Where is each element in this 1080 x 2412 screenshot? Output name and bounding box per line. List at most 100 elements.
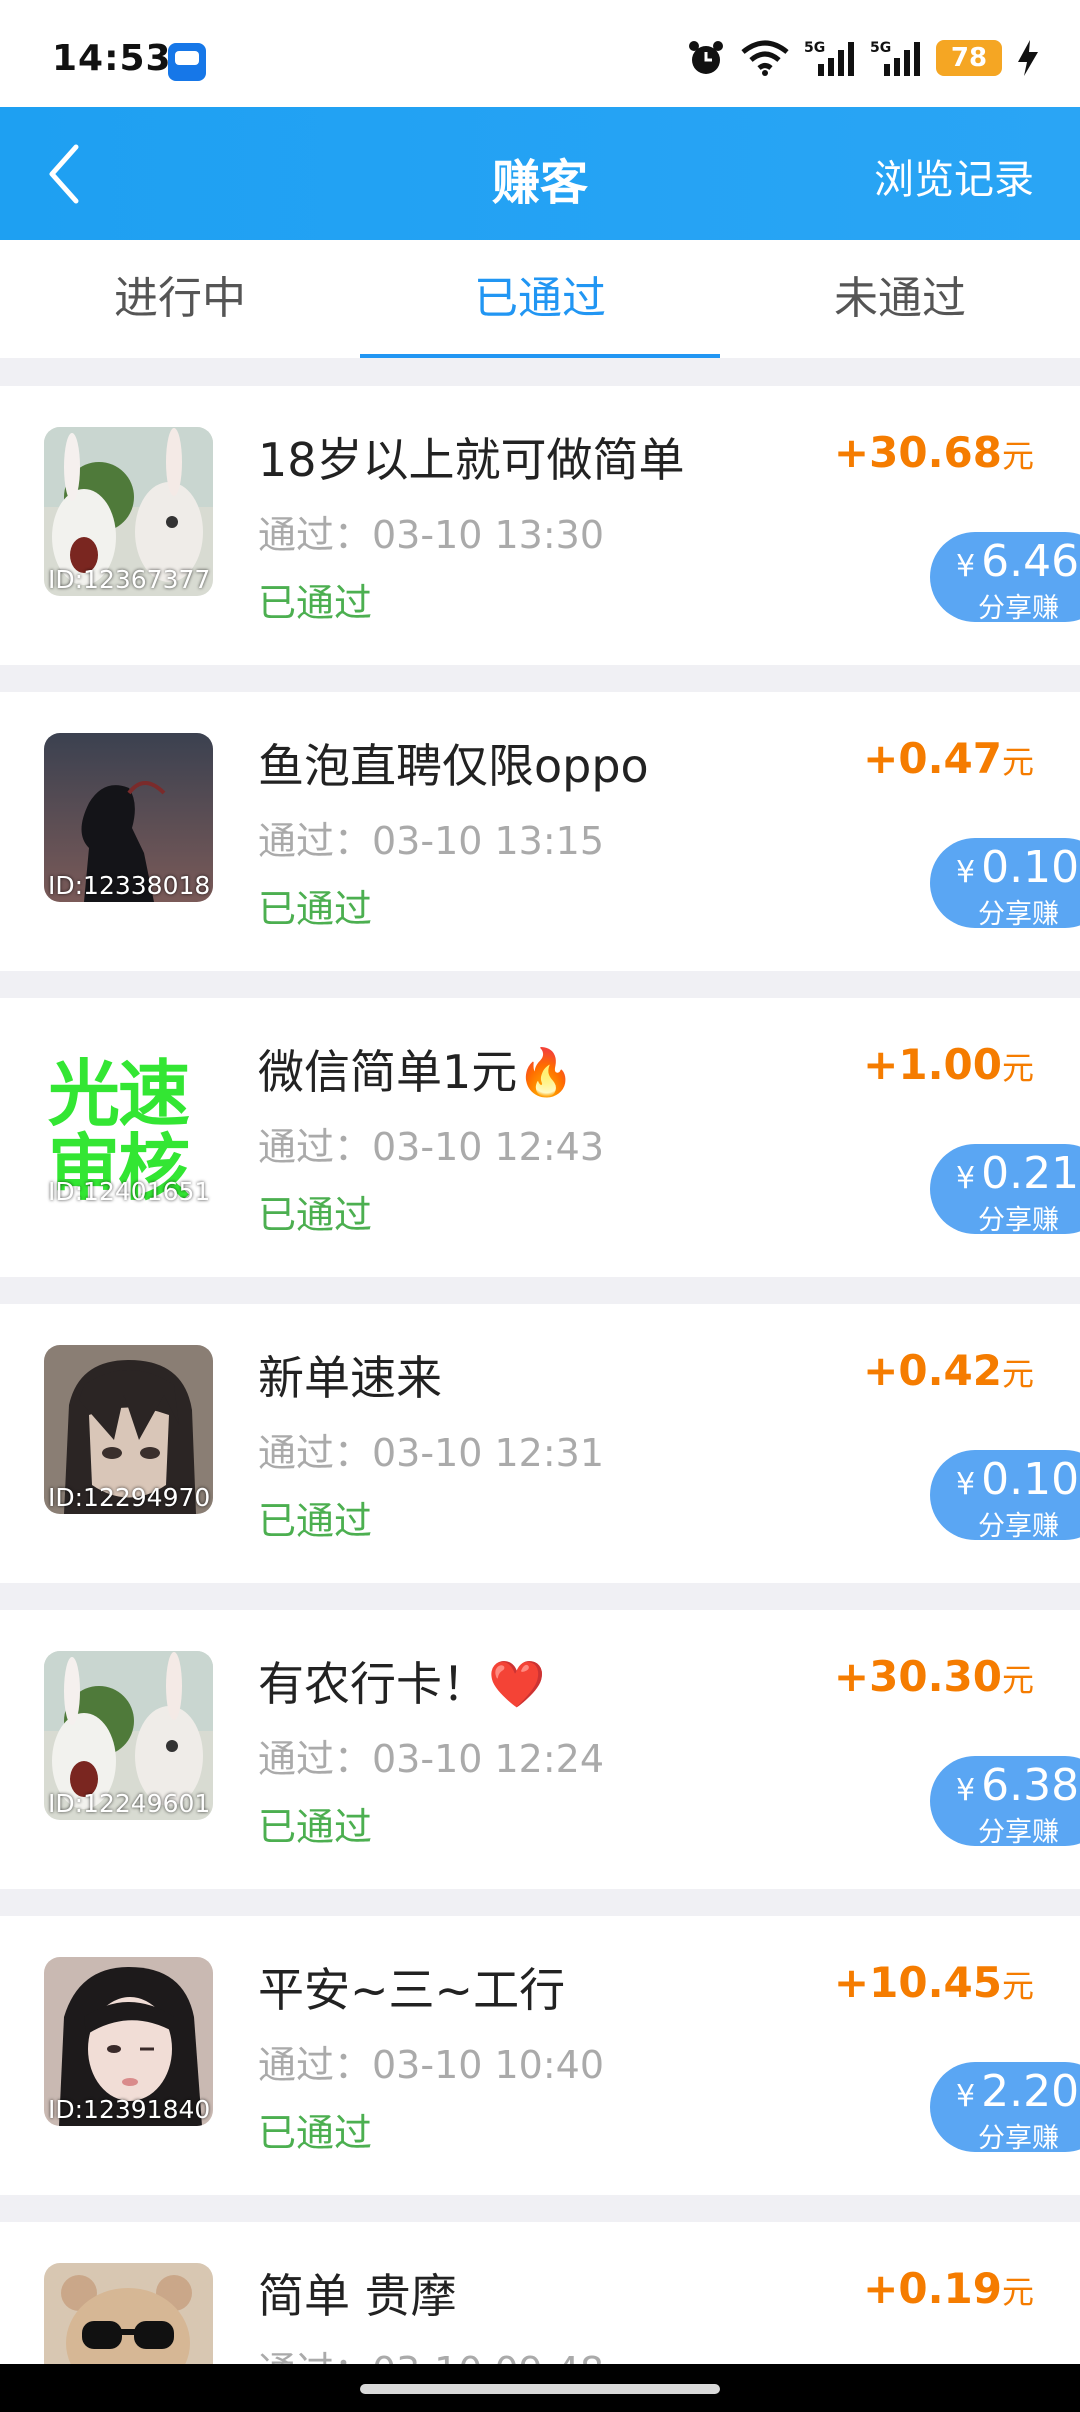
share-currency: ¥ <box>956 1467 976 1502</box>
svg-text:5G: 5G <box>870 40 891 56</box>
reward-amount: 10.45 <box>869 1958 1002 2007</box>
share-earn-button[interactable]: ¥6.38 分享赚 <box>930 1756 1080 1848</box>
task-title: 平安~三~工行 <box>258 1963 566 2017</box>
task-reward: +0.19元 <box>863 2264 1034 2313</box>
task-card[interactable]: ID:12391840 平安~三~工行 通过：03-10 10:40 已通过 +… <box>0 1916 1080 2195</box>
task-id-label: ID:12401651 <box>48 1177 211 1206</box>
task-reward: +10.45元 <box>834 1958 1034 2007</box>
task-status: 已通过 <box>258 2111 373 2155</box>
reward-sign: + <box>863 1346 899 1395</box>
task-thumbnail: ID:12391840 <box>44 1957 213 2126</box>
reward-unit: 元 <box>1001 437 1034 475</box>
tab-in-progress[interactable]: 进行中 <box>0 240 360 358</box>
task-passed-time: 通过：03-10 13:30 <box>258 513 605 557</box>
task-passed-time: 通过：03-10 12:31 <box>258 1431 605 1475</box>
task-id-label: ID:12391840 <box>48 2095 211 2124</box>
tab-passed[interactable]: 已通过 <box>360 240 720 358</box>
reward-amount: 30.68 <box>869 428 1002 477</box>
reward-unit: 元 <box>1001 1355 1034 1393</box>
share-currency: ¥ <box>956 1161 976 1196</box>
task-thumbnail: ID:12294970 <box>44 1345 213 1514</box>
task-card[interactable]: ID:12249601 有农行卡！❤️ 通过：03-10 12:24 已通过 +… <box>0 1610 1080 1889</box>
share-currency: ¥ <box>956 2079 976 2114</box>
svg-text:5G: 5G <box>804 40 825 56</box>
share-earn-button[interactable]: ¥0.21 分享赚 <box>930 1144 1080 1236</box>
share-label: 分享赚 <box>978 2123 1059 2154</box>
battery-level: 78 <box>950 43 988 73</box>
task-status: 已通过 <box>258 887 373 931</box>
reward-amount: 0.47 <box>898 734 1002 783</box>
share-earn-button[interactable]: ¥0.10 分享赚 <box>930 1450 1080 1542</box>
task-reward: +1.00元 <box>863 1040 1034 1089</box>
share-currency: ¥ <box>956 855 976 890</box>
reward-unit: 元 <box>1001 2273 1034 2311</box>
task-id-label: ID:12338018 <box>48 871 211 900</box>
task-title: 新单速来 <box>258 1351 442 1405</box>
task-passed-time: 通过：03-10 13:15 <box>258 819 605 863</box>
app-header: 赚客 浏览记录 <box>0 107 1080 240</box>
task-title: 微信简单1元🔥 <box>258 1045 575 1099</box>
task-title: 有农行卡！❤️ <box>258 1657 546 1711</box>
reward-sign: + <box>863 2264 899 2313</box>
task-reward: +0.47元 <box>863 734 1034 783</box>
task-id-label: ID:12367377 <box>48 565 211 594</box>
battery-icon: 78 <box>936 40 1002 76</box>
share-currency: ¥ <box>956 549 976 584</box>
reward-amount: 30.30 <box>869 1652 1002 1701</box>
share-amount: 0.21 <box>981 1148 1080 1199</box>
task-thumbnail: ID:12338018 <box>44 733 213 902</box>
task-card[interactable]: ID:12294970 新单速来 通过：03-10 12:31 已通过 +0.4… <box>0 1304 1080 1583</box>
task-card[interactable]: ID:12338018 鱼泡直聘仅限oppo 通过：03-10 13:15 已通… <box>0 692 1080 971</box>
wifi-icon <box>741 40 789 76</box>
app-notification-icon <box>168 43 206 81</box>
task-status: 已通过 <box>258 581 373 625</box>
share-amount: 0.10 <box>981 842 1080 893</box>
status-tabs: 进行中 已通过 未通过 <box>0 240 1080 358</box>
share-label: 分享赚 <box>978 899 1059 930</box>
share-amount: 6.38 <box>981 1760 1080 1811</box>
task-title: 鱼泡直聘仅限oppo <box>258 739 649 793</box>
task-id-label: ID:12249601 <box>48 1789 211 1818</box>
alarm-icon <box>689 41 723 74</box>
reward-unit: 元 <box>1001 1049 1034 1087</box>
task-passed-time: 通过：03-10 10:40 <box>258 2043 605 2087</box>
task-reward: +0.42元 <box>863 1346 1034 1395</box>
reward-unit: 元 <box>1001 1967 1034 2005</box>
task-card[interactable]: 光速审核 ID:12401651 微信简单1元🔥 通过：03-10 12:43 … <box>0 998 1080 1277</box>
signal-5g-icon: 5G <box>804 40 854 76</box>
task-status: 已通过 <box>258 1499 373 1543</box>
reward-amount: 1.00 <box>898 1040 1002 1089</box>
reward-unit: 元 <box>1001 743 1034 781</box>
reward-amount: 0.19 <box>898 2264 1002 2313</box>
browse-history-button[interactable]: 浏览记录 <box>874 147 1034 205</box>
charging-icon <box>1018 40 1038 76</box>
reward-sign: + <box>863 1040 899 1089</box>
task-status: 已通过 <box>258 1193 373 1237</box>
task-reward: +30.30元 <box>834 1652 1034 1701</box>
status-icons: 5G 5G 78 <box>686 36 1040 80</box>
reward-unit: 元 <box>1001 1661 1034 1699</box>
tab-not-passed[interactable]: 未通过 <box>720 240 1080 358</box>
share-label: 分享赚 <box>978 1511 1059 1542</box>
reward-amount: 0.42 <box>898 1346 1002 1395</box>
share-label: 分享赚 <box>978 1817 1059 1848</box>
share-amount: 6.46 <box>981 536 1080 587</box>
share-amount: 2.20 <box>981 2066 1080 2117</box>
share-earn-button[interactable]: ¥2.20 分享赚 <box>930 2062 1080 2154</box>
share-earn-button[interactable]: ¥0.10 分享赚 <box>930 838 1080 930</box>
task-status: 已通过 <box>258 1805 373 1849</box>
task-thumbnail: 光速审核 ID:12401651 <box>44 1039 213 1208</box>
share-amount: 0.10 <box>981 1454 1080 1505</box>
share-currency: ¥ <box>956 1773 976 1808</box>
home-indicator[interactable] <box>360 2384 720 2394</box>
task-thumbnail: ID:12367377 <box>44 427 213 596</box>
share-label: 分享赚 <box>978 1205 1059 1236</box>
task-thumbnail: ID:12249601 <box>44 1651 213 1820</box>
status-bar: 14:53 5G 5G 78 <box>0 0 1080 107</box>
task-id-label: ID:12294970 <box>48 1483 211 1512</box>
reward-sign: + <box>833 1958 870 2007</box>
task-card[interactable]: ID:12367377 18岁以上就可做简单 通过：03-10 13:30 已通… <box>0 386 1080 665</box>
reward-sign: + <box>863 734 899 783</box>
share-earn-button[interactable]: ¥6.46 分享赚 <box>930 532 1080 624</box>
share-label: 分享赚 <box>978 593 1059 624</box>
